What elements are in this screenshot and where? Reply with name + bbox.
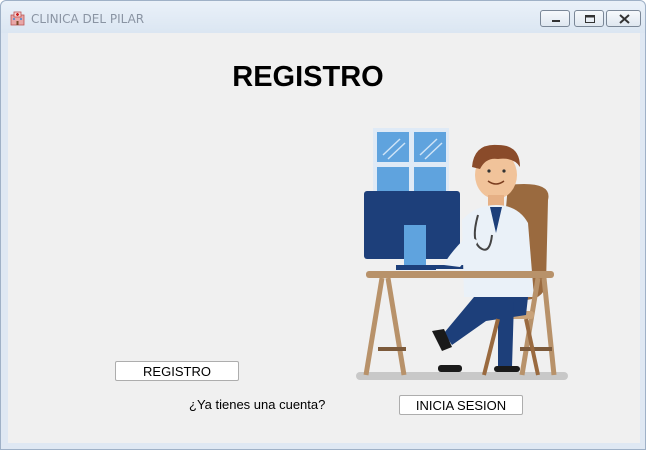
window-icon bbox=[373, 128, 449, 200]
close-button[interactable] bbox=[606, 10, 641, 27]
form-panel: REGISTRO REGISTRO ¿Ya tienes una cuenta?… bbox=[8, 33, 640, 443]
close-icon bbox=[619, 14, 630, 24]
register-button[interactable]: REGISTRO bbox=[115, 361, 239, 381]
app-window: CLINICA DEL PILAR REGISTRO REGISTRO ¿Ya … bbox=[0, 0, 646, 450]
window-title: CLINICA DEL PILAR bbox=[31, 12, 145, 26]
title-bar[interactable]: CLINICA DEL PILAR bbox=[1, 1, 645, 33]
minimize-icon bbox=[552, 20, 560, 22]
maximize-icon bbox=[585, 15, 595, 23]
doctor-illustration bbox=[356, 128, 568, 380]
maximize-button[interactable] bbox=[574, 10, 604, 27]
page-title: REGISTRO bbox=[232, 61, 384, 93]
minimize-button[interactable] bbox=[540, 10, 570, 27]
account-prompt: ¿Ya tienes una cuenta? bbox=[189, 397, 326, 412]
hospital-icon bbox=[10, 11, 25, 26]
login-button[interactable]: INICIA SESION bbox=[399, 395, 523, 415]
